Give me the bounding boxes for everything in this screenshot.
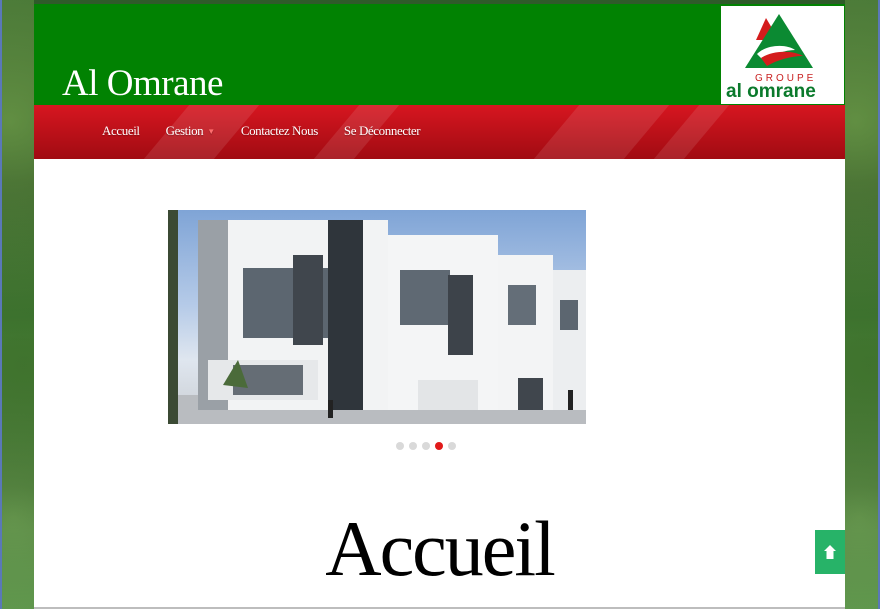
scroll-to-top-button[interactable]	[815, 530, 845, 574]
nav-item-label: Accueil	[102, 123, 140, 138]
villas-photo	[168, 210, 586, 424]
site-header: Al Omrane GROUPE al omrane	[34, 4, 845, 105]
nav-item-label: Contactez Nous	[240, 123, 318, 138]
groupe-al-omrane-logo[interactable]: GROUPE al omrane	[721, 6, 844, 104]
image-slider[interactable]	[168, 210, 586, 424]
arrow-up-icon	[824, 545, 836, 559]
main-navigation: Accueil Gestion ▼ Contactez Nous Se Déco…	[34, 105, 845, 159]
nav-decoration	[520, 105, 678, 159]
slider-dot[interactable]	[422, 442, 430, 450]
window-border-left	[0, 0, 2, 609]
nav-item-se-deconnecter[interactable]: Se Déconnecter	[343, 123, 421, 139]
site-title[interactable]: Al Omrane	[62, 62, 223, 105]
nav-item-label: Se Déconnecter	[343, 123, 421, 138]
slider-dot[interactable]	[448, 442, 456, 450]
nav-item-gestion[interactable]: Gestion ▼	[165, 123, 216, 139]
nav-item-accueil[interactable]: Accueil	[102, 123, 140, 139]
background-left	[0, 0, 34, 609]
slider-dot-active[interactable]	[435, 442, 443, 450]
page-container: Al Omrane GROUPE al omrane Accueil Gesti…	[34, 4, 845, 609]
page-title: Accueil	[325, 505, 556, 592]
slider-pagination	[396, 442, 456, 450]
caret-down-icon: ▼	[207, 126, 215, 136]
background-right	[845, 0, 880, 609]
logo-name-text: al omrane	[726, 81, 816, 102]
slider-dot[interactable]	[396, 442, 404, 450]
slider-dot[interactable]	[409, 442, 417, 450]
nav-item-contactez-nous[interactable]: Contactez Nous	[241, 123, 318, 139]
nav-item-label: Gestion	[165, 123, 204, 138]
